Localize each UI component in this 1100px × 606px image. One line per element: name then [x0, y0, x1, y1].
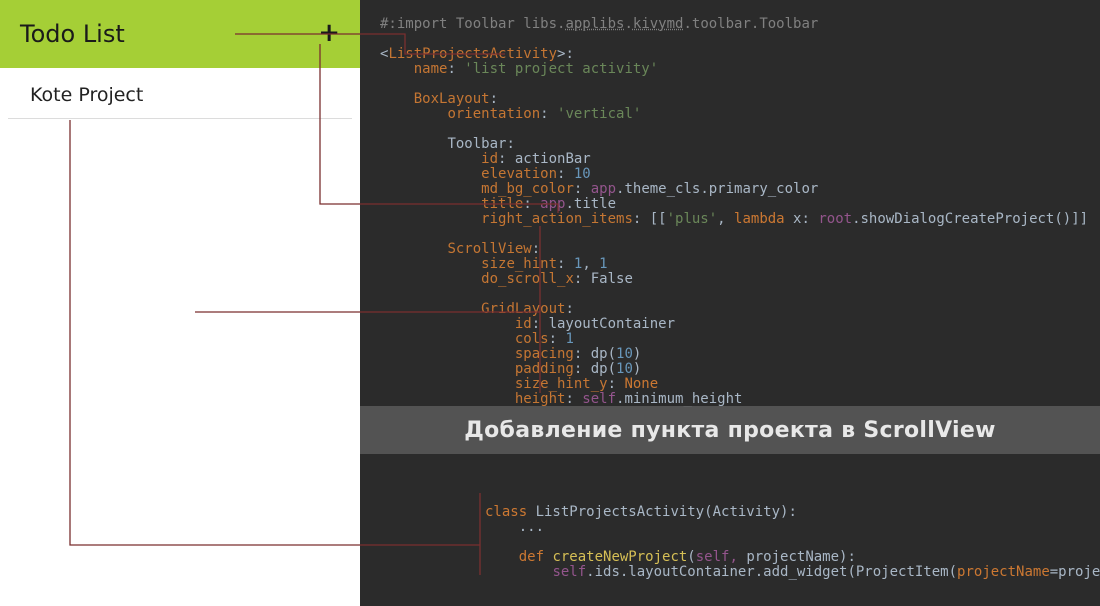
kv-code-block: #:import Toolbar libs.applibs.kivymd.too… [380, 2, 1088, 422]
plus-icon[interactable]: + [318, 20, 340, 48]
banner-text: Добавление пункта проекта в ScrollView [464, 418, 996, 443]
python-code-block: class ListProjectsActivity(Activity): ..… [485, 490, 1100, 595]
code-pane: #:import Toolbar libs.applibs.kivymd.too… [360, 0, 1100, 606]
section-heading-banner: Добавление пункта проекта в ScrollView [360, 406, 1100, 454]
app-toolbar: Todo List + [0, 0, 360, 68]
app-preview-pane: Todo List + Kote Project [0, 0, 360, 606]
project-list-item[interactable]: Kote Project [8, 68, 352, 119]
app-title: Todo List [20, 20, 125, 48]
